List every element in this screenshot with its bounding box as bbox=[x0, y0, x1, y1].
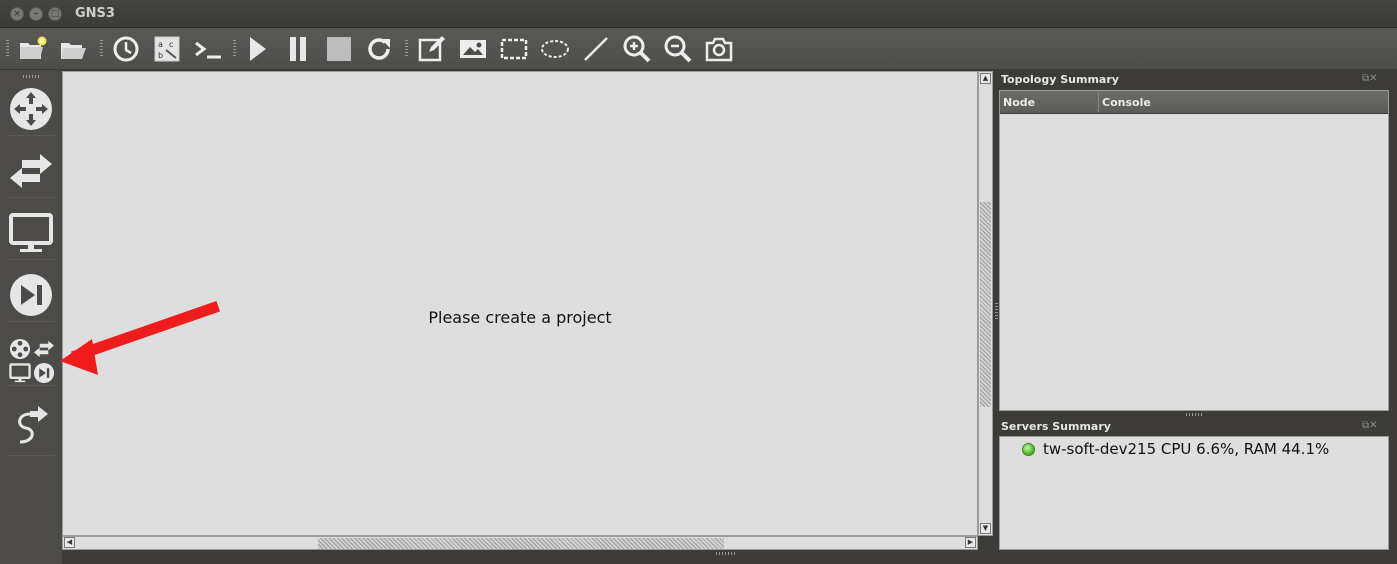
server-status-icon bbox=[1022, 442, 1035, 456]
open-folder-icon bbox=[61, 43, 86, 59]
toolbar-grip[interactable] bbox=[405, 40, 408, 58]
labels-icon: a c b bbox=[154, 36, 180, 62]
title-bar: × – □ GNS3 bbox=[0, 0, 1397, 28]
zoom-in-icon bbox=[623, 35, 651, 63]
horizontal-scroll-thumb[interactable] bbox=[318, 538, 724, 549]
zoom-out-button[interactable] bbox=[661, 32, 695, 66]
draw-line-button[interactable] bbox=[579, 32, 613, 66]
interface-labels-button[interactable]: a c b bbox=[150, 32, 184, 66]
cable-icon bbox=[18, 405, 48, 443]
start-all-button[interactable] bbox=[240, 32, 274, 66]
canvas-vertical-scrollbar[interactable]: ▲ ▼ bbox=[978, 71, 993, 536]
rectangle-icon bbox=[500, 38, 528, 60]
scroll-right-icon[interactable]: ▶ bbox=[965, 537, 976, 548]
snapshot-button[interactable] bbox=[109, 32, 143, 66]
table-header: Node Console bbox=[1000, 91, 1388, 114]
side-dock-grip[interactable] bbox=[995, 303, 998, 319]
scroll-down-icon[interactable]: ▼ bbox=[980, 523, 991, 534]
canvas-horizontal-scrollbar[interactable]: ◀ ▶ bbox=[62, 536, 978, 550]
zoom-out-icon bbox=[664, 35, 692, 63]
end-devices-button[interactable] bbox=[7, 206, 55, 260]
svg-text:b: b bbox=[158, 51, 163, 60]
vertical-scroll-thumb[interactable] bbox=[980, 202, 991, 407]
topology-panel-controls[interactable]: ⧉✕ bbox=[1362, 73, 1386, 84]
router-icon bbox=[10, 87, 52, 130]
toolbar-grip[interactable] bbox=[233, 40, 236, 58]
servers-summary-title: Servers Summary bbox=[1001, 420, 1111, 433]
suspend-all-button[interactable] bbox=[281, 32, 315, 66]
server-info: tw-soft-dev215 CPU 6.6%, RAM 44.1% bbox=[1043, 440, 1330, 458]
toolbar-grip[interactable] bbox=[100, 40, 103, 58]
svg-text:a: a bbox=[158, 40, 163, 49]
column-divider[interactable] bbox=[1098, 93, 1099, 112]
pause-icon bbox=[290, 37, 306, 61]
console-dock-grip[interactable] bbox=[716, 552, 736, 555]
clock-icon bbox=[113, 36, 139, 62]
reload-all-button[interactable] bbox=[362, 32, 396, 66]
image-icon bbox=[460, 40, 486, 58]
zoom-in-button[interactable] bbox=[620, 32, 654, 66]
insert-image-button[interactable] bbox=[456, 32, 490, 66]
add-link-button[interactable] bbox=[7, 396, 55, 456]
draw-ellipse-button[interactable] bbox=[538, 32, 572, 66]
topology-summary-title: Topology Summary bbox=[1001, 73, 1119, 86]
window-maximize-button[interactable]: □ bbox=[48, 7, 62, 21]
console-all-button[interactable] bbox=[191, 32, 225, 66]
terminal-icon bbox=[195, 41, 221, 59]
ellipse-icon bbox=[541, 40, 569, 58]
scroll-left-icon[interactable]: ◀ bbox=[64, 537, 75, 548]
topology-summary-table[interactable]: Node Console bbox=[999, 90, 1389, 411]
dock-grip[interactable] bbox=[23, 75, 41, 78]
play-icon bbox=[250, 37, 266, 61]
servers-panel-controls[interactable]: ⧉✕ bbox=[1362, 420, 1386, 431]
stop-all-button[interactable] bbox=[322, 32, 356, 66]
column-header-node[interactable]: Node bbox=[1003, 96, 1035, 109]
new-folder-icon bbox=[20, 36, 47, 59]
new-project-button[interactable] bbox=[15, 32, 49, 66]
window-title: GNS3 bbox=[75, 6, 115, 21]
camera-icon bbox=[705, 37, 733, 62]
stop-icon bbox=[327, 37, 351, 61]
add-note-button[interactable] bbox=[415, 32, 449, 66]
reload-icon bbox=[368, 38, 390, 60]
scroll-up-icon[interactable]: ▲ bbox=[980, 73, 991, 84]
edit-icon bbox=[418, 36, 445, 62]
svg-text:c: c bbox=[169, 40, 173, 49]
switches-button[interactable] bbox=[7, 144, 55, 198]
annotation-arrow-icon bbox=[60, 300, 221, 375]
monitor-mini-icon bbox=[9, 363, 31, 383]
list-item[interactable]: tw-soft-dev215 CPU 6.6%, RAM 44.1% bbox=[1022, 440, 1329, 458]
line-icon bbox=[584, 37, 608, 61]
routers-button[interactable] bbox=[7, 82, 55, 136]
screenshot-button[interactable] bbox=[702, 32, 736, 66]
servers-summary-list: tw-soft-dev215 CPU 6.6%, RAM 44.1% bbox=[999, 436, 1389, 550]
panel-splitter[interactable] bbox=[1186, 413, 1204, 416]
draw-rectangle-button[interactable] bbox=[497, 32, 531, 66]
switch-icon bbox=[10, 153, 52, 188]
open-project-button[interactable] bbox=[56, 32, 90, 66]
monitor-icon bbox=[9, 212, 53, 252]
column-header-console[interactable]: Console bbox=[1102, 96, 1151, 109]
router-mini-icon bbox=[9, 338, 31, 360]
window-minimize-button[interactable]: – bbox=[29, 7, 43, 21]
main-toolbar: a c b bbox=[0, 28, 1397, 70]
window-close-button[interactable]: × bbox=[10, 7, 24, 21]
toolbar-grip[interactable] bbox=[6, 40, 9, 58]
